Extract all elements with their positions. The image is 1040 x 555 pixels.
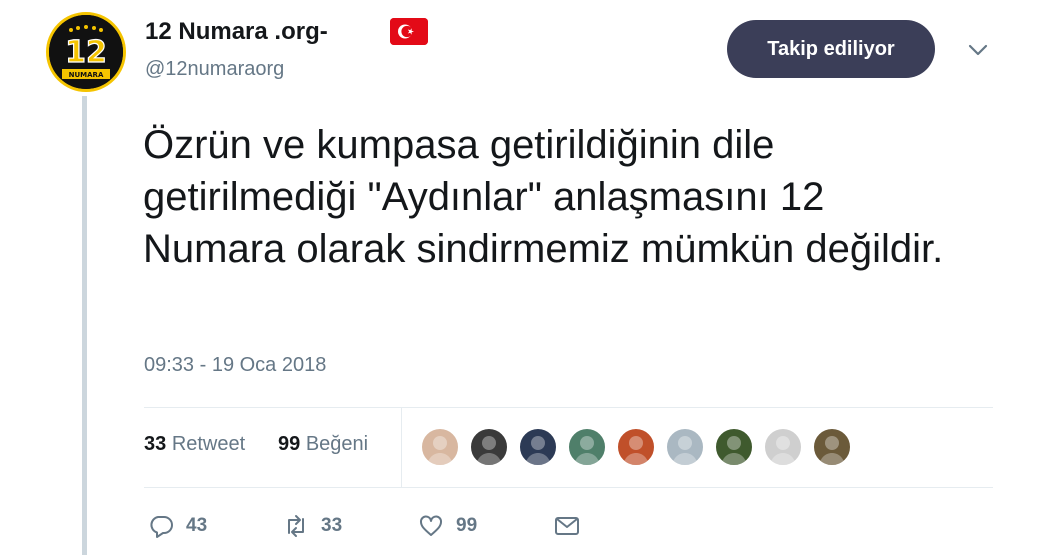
retweet-count: 33 <box>321 515 343 536</box>
reply-action[interactable]: 43 <box>148 511 207 541</box>
reply-count: 43 <box>186 515 208 536</box>
thread-line <box>82 96 87 555</box>
divider <box>144 407 993 408</box>
liker-avatar[interactable] <box>567 427 607 467</box>
retweet-stat-label: Retweet <box>171 433 246 455</box>
divider <box>144 487 993 488</box>
chevron-down-icon[interactable] <box>966 38 990 62</box>
like-action[interactable]: 99 <box>418 511 477 541</box>
like-stat[interactable]: 99 Beğeni <box>278 433 368 456</box>
retweet-stat[interactable]: 33 Retweet <box>144 433 245 456</box>
liker-avatar[interactable] <box>518 427 558 467</box>
display-name[interactable]: 12 Numara .org- <box>145 18 328 46</box>
svg-text:NUMARA: NUMARA <box>69 71 104 79</box>
retweet-icon <box>288 515 304 537</box>
reply-icon <box>150 516 173 538</box>
direct-message-action[interactable] <box>554 511 580 541</box>
stats-divider <box>401 407 402 487</box>
heart-icon <box>420 515 442 536</box>
liker-avatar[interactable] <box>420 427 460 467</box>
tweet-timestamp[interactable]: 09:33 - 19 Oca 2018 <box>144 354 326 377</box>
like-stat-label: Beğeni <box>305 433 369 455</box>
liker-avatar[interactable] <box>665 427 705 467</box>
liker-avatar[interactable] <box>616 427 656 467</box>
liker-avatar[interactable] <box>812 427 852 467</box>
like-stat-count: 99 <box>278 433 301 455</box>
liker-avatar[interactable] <box>469 427 509 467</box>
retweet-stat-count: 33 <box>144 433 167 455</box>
user-handle[interactable]: @12numaraorg <box>145 58 284 81</box>
liker-avatar[interactable] <box>763 427 803 467</box>
avatar[interactable]: 12 NUMARA <box>46 12 126 92</box>
envelope-icon <box>555 517 579 535</box>
liker-avatar[interactable] <box>714 427 754 467</box>
turkey-flag-icon <box>390 18 428 45</box>
avatar-logo-icon: 12 NUMARA <box>49 15 123 89</box>
following-button[interactable]: Takip ediliyor <box>727 20 935 78</box>
tweet-text: Özrün ve kumpasa getirildiğinin dile get… <box>143 123 944 271</box>
like-count: 99 <box>456 515 478 536</box>
svg-text:12: 12 <box>65 35 107 70</box>
retweet-action[interactable]: 33 <box>283 511 342 541</box>
